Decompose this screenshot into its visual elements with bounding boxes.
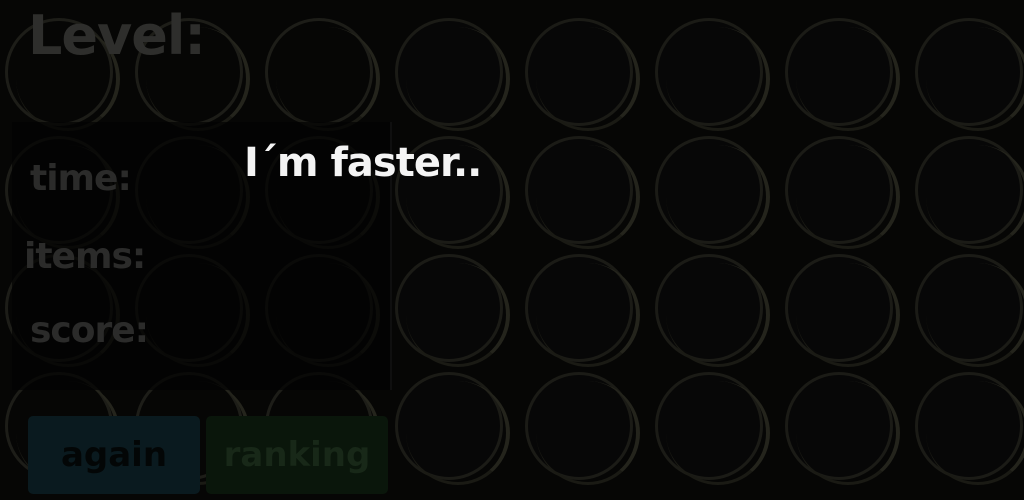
board-slot[interactable] [395, 372, 510, 485]
board-slot[interactable] [395, 254, 510, 367]
board-slot[interactable] [785, 254, 900, 367]
game-screen: Level: time: items: score: I´m faster.. … [0, 0, 1024, 500]
board-slot[interactable] [785, 136, 900, 249]
overlay-message: I´m faster.. [244, 140, 482, 186]
time-label: time: [30, 158, 132, 199]
board-slot[interactable] [525, 136, 640, 249]
board-slot[interactable] [395, 18, 510, 131]
board-slot[interactable] [265, 18, 380, 131]
again-button[interactable]: again [28, 416, 200, 494]
board-slot[interactable] [655, 372, 770, 485]
score-label: score: [30, 310, 149, 351]
board-slot[interactable] [655, 254, 770, 367]
board-slot[interactable] [525, 372, 640, 485]
board-slot[interactable] [785, 372, 900, 485]
board-slot[interactable] [915, 136, 1024, 249]
level-label: Level: [28, 4, 206, 67]
board-slot[interactable] [655, 136, 770, 249]
board-slot[interactable] [915, 372, 1024, 485]
items-label: items: [24, 236, 146, 277]
ranking-button[interactable]: ranking [206, 416, 388, 494]
board-slot[interactable] [525, 18, 640, 131]
board-slot[interactable] [525, 254, 640, 367]
board-slot[interactable] [785, 18, 900, 131]
board-slot[interactable] [915, 254, 1024, 367]
board-slot[interactable] [915, 18, 1024, 131]
board-slot[interactable] [655, 18, 770, 131]
